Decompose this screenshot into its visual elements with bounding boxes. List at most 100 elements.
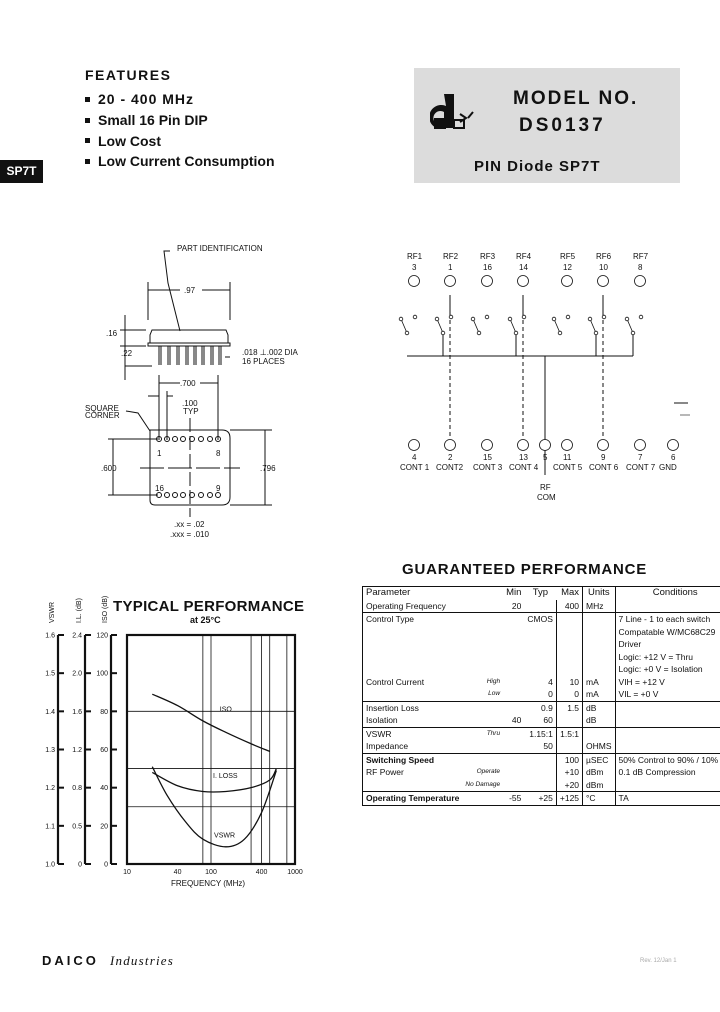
rf-port-name: RF1: [407, 252, 423, 261]
cell-typ: [524, 779, 556, 792]
cell-min: [503, 651, 524, 664]
cell-param: Operating Frequency: [366, 600, 446, 611]
cell-units: [582, 638, 616, 651]
y-tick-label: 100: [96, 671, 108, 678]
package-pins: [158, 346, 222, 365]
rf-port-terminal: [597, 275, 609, 287]
y-axis-label: ISO (dB): [102, 596, 109, 623]
cell-sub: No Damage: [465, 780, 501, 788]
cell-max: [555, 625, 583, 638]
x-tick-label: 100: [205, 869, 217, 876]
performance-title: GUARANTEED PERFORMANCE: [402, 561, 648, 578]
cell-cond: [614, 700, 720, 714]
pin-pitch-note: TYP: [183, 407, 199, 416]
cell-param: [363, 779, 463, 792]
table-row: Control Type CMOS 7 Line - 1 to each switc…: [362, 612, 720, 626]
rf-port-pin: 3: [412, 263, 417, 272]
pin-1-label: 1: [157, 449, 162, 458]
control-pin-name: GND: [659, 463, 677, 472]
bullet-icon: [85, 96, 90, 102]
control-pin-number: 15: [483, 453, 492, 462]
cell-cond: [614, 778, 720, 792]
cell-cond: [614, 714, 720, 727]
cell-sub: [462, 626, 503, 639]
rf-port-terminal: [408, 275, 420, 287]
switch-symbol: [551, 314, 571, 336]
cell-max: [555, 714, 583, 727]
package-body: [149, 329, 229, 344]
cell-typ: [524, 651, 556, 664]
cell-cond: Logic: +12 V = Thru: [614, 650, 720, 663]
y-tick-label: 1.0: [45, 862, 55, 869]
y-tick-label: 120: [96, 633, 108, 640]
cell-cond: [614, 740, 720, 753]
y-tick-label: 1.4: [45, 709, 55, 716]
cell-param: Control Current: [366, 676, 425, 687]
cell-param: [363, 663, 463, 676]
cell-param: Control Type: [362, 612, 463, 626]
feature-item: Small 16 Pin DIP: [85, 110, 275, 131]
pin-row-top: [156, 436, 221, 442]
y-tick-label: 20: [100, 823, 108, 830]
cell-typ: 0: [548, 689, 553, 699]
header-typ: Typ: [532, 587, 549, 598]
cell-min: 40: [511, 715, 522, 725]
control-pin-number: 7: [638, 453, 643, 462]
cell-typ: 4: [548, 676, 553, 687]
cell-param: [363, 688, 463, 701]
switch-symbol: [587, 314, 607, 336]
table-row: Impedance 50 OHMS: [363, 740, 720, 753]
mechanical-drawing: PART IDENTIFICATION .97 .16 .22 .018 ⊥.0…: [85, 244, 299, 539]
bullet-icon: [85, 158, 90, 164]
pin-row-bottom: [156, 492, 221, 498]
table-row: Low 0 0 mA VIL = +0 V: [363, 688, 720, 701]
pin-height-dim: .22: [121, 349, 133, 358]
typical-performance-chart: 1.0 1.1 1.2 1.3 1.4 1.5 1.6 VSWR 0 0.5 0.8 1.2 1.6 2.…: [45, 596, 303, 888]
y-tick-label: 1.5: [45, 671, 55, 678]
cell-sub: [462, 791, 504, 805]
cell-sub: Low: [488, 690, 501, 697]
cell-max: 0: [555, 688, 583, 701]
rf-port-terminal: [561, 275, 573, 287]
series-label: VSWR: [214, 832, 235, 839]
control-pin-terminal: [517, 439, 529, 451]
control-pin-name: CONT 3: [473, 463, 503, 472]
control-pin-terminal: [444, 439, 456, 451]
cell-max: +20: [555, 778, 583, 792]
model-number: DS0137: [519, 115, 606, 136]
cell-max: +10: [555, 766, 583, 779]
cell-min: [503, 766, 524, 779]
cell-typ: [524, 663, 556, 676]
cell-units: [582, 650, 616, 663]
header-units: Units: [582, 586, 616, 600]
rf-port-terminal: [634, 275, 646, 287]
cell-typ: +25: [524, 791, 557, 805]
cell-param: RF Power: [366, 767, 404, 777]
control-pin-number: 2: [448, 453, 453, 462]
switch-symbol: [398, 314, 418, 336]
cell-max: [555, 740, 583, 753]
header-min: Min: [506, 587, 522, 598]
x-tick-label: 10: [123, 869, 131, 876]
cell-cond: [614, 599, 720, 613]
header-max: Max: [561, 587, 580, 598]
table-row: VSWR Thru 1.15:1 1.5:1: [362, 726, 720, 740]
rf-port-name: RF4: [516, 252, 532, 261]
rf-port-pin: 12: [563, 263, 572, 272]
series-label: I. LOSS: [213, 773, 238, 780]
cell-units: OHMS: [582, 740, 616, 753]
cell-typ: [524, 626, 556, 639]
cell-cond: 0.1 dB Compression: [614, 766, 720, 779]
y-tick-label: 0: [104, 862, 108, 869]
control-pin-terminal: [481, 439, 493, 451]
control-pin-name: CONT 5: [553, 463, 583, 472]
cell-units: [582, 726, 616, 740]
cell-min: [503, 626, 524, 639]
y-tick-label: 1.2: [72, 747, 82, 754]
cell-units: mA: [582, 675, 616, 688]
y-tick-label: 1.1: [45, 823, 55, 830]
table-row: RF Power Operate +10 dBm 0.1 dB Compression: [363, 766, 720, 779]
rf-port-terminal: [481, 275, 493, 287]
cell-cond: Logic: +0 V = Isolation: [614, 663, 720, 676]
cell-param: Insertion Loss: [362, 700, 463, 714]
